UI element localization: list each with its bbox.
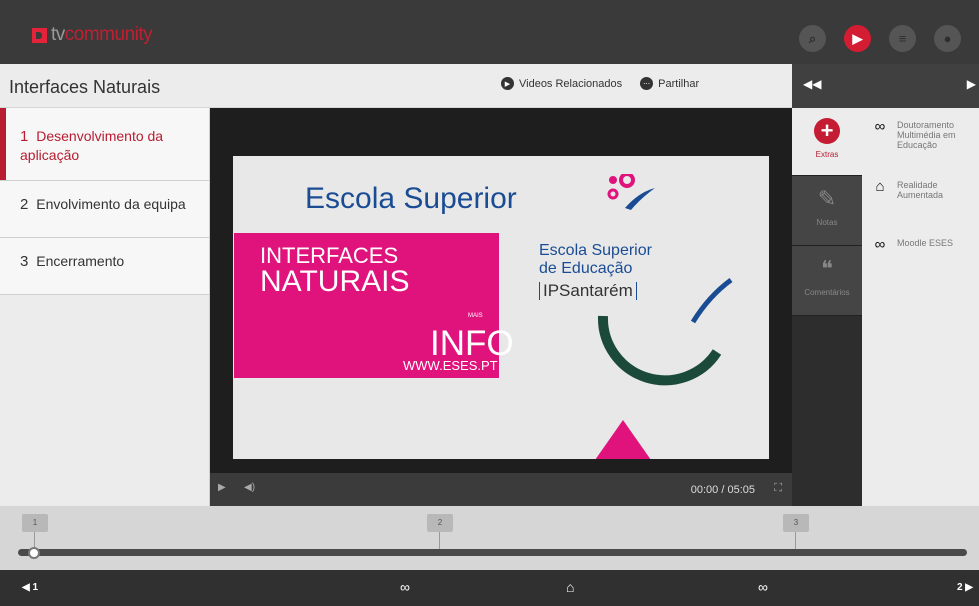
page-title: Interfaces Naturais [9, 77, 161, 97]
slide-title: Escola Superior [305, 182, 517, 215]
top-bar: tvcommunity ⌕ ▶ ≡ ● [0, 0, 979, 64]
school-line-1: Escola Superior [539, 242, 652, 259]
extras-list: ∞ Doutoramento Multimédia em Educação ⌂ … [862, 108, 979, 506]
logo-icon [32, 27, 47, 43]
fullscreen-icon[interactable]: ⛶ [774, 482, 782, 495]
chapter-number: 3 [20, 253, 29, 270]
time-display: 00:00 / 05:05 [690, 484, 755, 496]
forward-icon[interactable]: ▶ [967, 77, 976, 91]
extra-item[interactable]: ∞ Doutoramento Multimédia em Educação [868, 118, 973, 150]
timeline-track[interactable] [18, 549, 967, 556]
pencil-icon: ✎ [817, 186, 837, 211]
player-controls: ▶ ◀) 00:00 / 05:05 ⛶ [210, 473, 792, 506]
chapter-timeline: 1 2 3 [0, 506, 979, 570]
slide-triangle-graphic [595, 420, 651, 459]
slide-arc-graphic [597, 277, 733, 386]
chapter-label: Desenvolvimento da aplicação [20, 128, 164, 163]
share-button[interactable]: ⋯ Partilhar [640, 77, 699, 90]
logo[interactable]: tvcommunity [32, 24, 153, 46]
video-frame[interactable]: Escola Superior INTERFACES NATURAIS MAIS… [233, 156, 769, 459]
chapter-label: Envolvimento da equipa [36, 196, 186, 212]
chapter-number: 1 [20, 128, 29, 145]
play-circle-icon: ▶ [501, 77, 514, 90]
side-panel-header: ◀◀ ▶ [792, 64, 979, 108]
timeline-marker-1[interactable]: 1 [22, 514, 48, 552]
list-icon[interactable]: ≡ [889, 25, 916, 52]
banner-line-2: NATURAIS [260, 265, 410, 298]
banner-url: WWW.ESES.PT [403, 358, 498, 373]
logo-dots-graphic [607, 174, 655, 210]
extra-item[interactable]: ⌂ Realidade Aumentada [868, 178, 967, 200]
chapter-item-3[interactable]: 3 Encerramento [0, 238, 209, 295]
logo-text: tvcommunity [51, 24, 153, 45]
tab-label: Comentários [804, 288, 850, 297]
play-button[interactable]: ▶ [218, 482, 226, 493]
book-icon[interactable]: ⌂ [566, 579, 574, 595]
slide-pink-banner: INTERFACES NATURAIS MAIS INFO WWW.ESES.P… [234, 233, 514, 378]
search-icon[interactable]: ⌕ [799, 25, 826, 52]
comment-icon: ❝ [821, 256, 833, 281]
tab-label: Notas [816, 218, 838, 227]
tab-extras[interactable]: + Extras [792, 108, 862, 176]
timeline-scrubber[interactable] [28, 547, 40, 559]
extra-label: Moodle ESES [897, 238, 954, 248]
video-player[interactable]: Escola Superior INTERFACES NATURAIS MAIS… [210, 108, 792, 506]
prev-chapter-button[interactable]: ◀ 1 [22, 582, 38, 593]
related-videos-button[interactable]: ▶ Videos Relacionados [501, 77, 622, 90]
plus-icon: + [814, 118, 840, 144]
tab-comentarios[interactable]: ❝ Comentários [792, 246, 862, 316]
extra-label: Doutoramento Multimédia em Educação [897, 120, 956, 150]
link-icon[interactable]: ∞ [758, 579, 768, 595]
top-icons: ⌕ ▶ ≡ ● [799, 25, 961, 52]
share-label: Partilhar [658, 77, 700, 90]
chapter-number: 2 [20, 196, 29, 213]
chapter-item-2[interactable]: 2 Envolvimento da equipa [0, 181, 209, 238]
user-icon[interactable]: ● [934, 25, 961, 52]
volume-icon[interactable]: ◀) [244, 482, 255, 493]
tab-label: Extras [815, 150, 839, 159]
link-icon: ∞ [874, 118, 886, 135]
related-videos-label: Videos Relacionados [519, 77, 623, 90]
play-icon[interactable]: ▶ [844, 25, 871, 52]
side-tabs: + Extras ✎ Notas ❝ Comentários [792, 108, 862, 506]
timeline-marker-2[interactable]: 2 [427, 514, 453, 552]
chapter-item-1[interactable]: 1 Desenvolvimento da aplicação [0, 108, 209, 181]
link-icon: ∞ [874, 236, 886, 253]
timeline-marker-3[interactable]: 3 [783, 514, 809, 552]
tab-notas[interactable]: ✎ Notas [792, 176, 862, 246]
chapter-label: Encerramento [36, 253, 125, 269]
banner-mais: MAIS [468, 313, 483, 319]
extra-label: Realidade Aumentada [897, 180, 944, 200]
rewind-icon[interactable]: ◀◀ [803, 77, 821, 91]
title-bar: Interfaces Naturais ▶ Videos Relacionado… [0, 64, 792, 108]
extra-item[interactable]: ∞ Moodle ESES [868, 236, 954, 253]
title-actions: ▶ Videos Relacionados ⋯ Partilhar [501, 77, 699, 90]
share-icon: ⋯ [640, 77, 654, 90]
link-icon[interactable]: ∞ [400, 579, 410, 595]
bottom-bar: ◀ 1 ∞ ⌂ ∞ 2 ▶ [0, 570, 979, 606]
chapter-list: 1 Desenvolvimento da aplicação 2 Envolvi… [0, 108, 210, 506]
book-icon: ⌂ [875, 178, 885, 195]
next-chapter-button[interactable]: 2 ▶ [957, 582, 973, 593]
